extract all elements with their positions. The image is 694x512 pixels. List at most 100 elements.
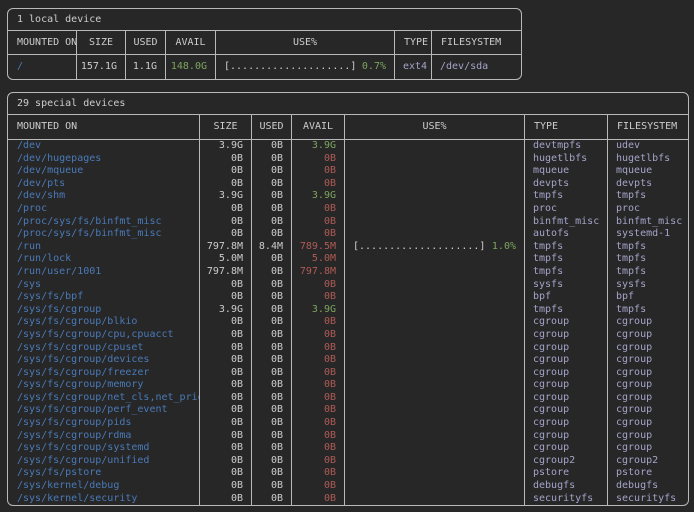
use-percent-cell xyxy=(345,379,525,392)
usage-bar: [....................] xyxy=(224,55,356,79)
size-cell: 3.9G xyxy=(200,190,252,203)
type-cell: sysfs xyxy=(525,279,608,292)
avail-cell: 789.5M xyxy=(292,241,345,254)
mount-point-cell: /sys xyxy=(8,279,200,292)
used-cell: 0B xyxy=(252,354,292,367)
avail-cell: 0B xyxy=(292,379,345,392)
filesystem-cell: tmpfs xyxy=(608,241,688,254)
filesystem-cell: cgroup xyxy=(608,430,688,443)
size-cell: 0B xyxy=(200,329,252,342)
size-cell: 3.9G xyxy=(200,140,252,153)
table-row: /sys/fs/cgroup/rdma 0B 0B 0B cgroup cgro… xyxy=(8,430,688,443)
type-cell: ext4 xyxy=(395,55,432,79)
local-table-title: 1 local device xyxy=(8,9,521,31)
type-cell: debugfs xyxy=(525,480,608,493)
filesystem-cell: cgroup xyxy=(608,316,688,329)
avail-cell: 0B xyxy=(292,480,345,493)
filesystem-cell: cgroup2 xyxy=(608,455,688,468)
table-row: /sys/fs/cgroup/memory 0B 0B 0B cgroup cg… xyxy=(8,379,688,392)
table-row: /sys/fs/cgroup/unified 0B 0B 0B cgroup2 … xyxy=(8,455,688,468)
type-cell: bpf xyxy=(525,291,608,304)
mount-point-cell: /sys/fs/cgroup/blkio xyxy=(8,316,200,329)
avail-cell: 797.8M xyxy=(292,266,345,279)
avail-cell: 5.0M xyxy=(292,253,345,266)
terminal-screen: { "colors": { "bg": "#272727", "border":… xyxy=(0,0,694,512)
filesystem-cell: cgroup xyxy=(608,392,688,405)
avail-cell: 3.9G xyxy=(292,190,345,203)
size-cell: 0B xyxy=(200,153,252,166)
avail-cell: 0B xyxy=(292,228,345,241)
table-row: /sys/kernel/debug 0B 0B 0B debugfs debug… xyxy=(8,480,688,493)
used-cell: 0B xyxy=(252,455,292,468)
mount-point-cell: /sys/fs/bpf xyxy=(8,291,200,304)
mount-point-cell: / xyxy=(8,55,77,79)
special-table-body: /dev 3.9G 0B 3.9G devtmpfs udev /dev/hug… xyxy=(8,140,688,505)
mount-point-cell: /run/lock xyxy=(8,253,200,266)
size-cell: 0B xyxy=(200,493,252,506)
used-cell: 0B xyxy=(252,140,292,153)
type-cell: cgroup xyxy=(525,379,608,392)
used-cell: 0B xyxy=(252,342,292,355)
size-cell: 0B xyxy=(200,228,252,241)
mount-point-cell: /run/user/1001 xyxy=(8,266,200,279)
header-size: SIZE xyxy=(77,31,126,54)
used-cell: 0B xyxy=(252,392,292,405)
table-row: /sys/fs/pstore 0B 0B 0B pstore pstore xyxy=(8,467,688,480)
avail-cell: 0B xyxy=(292,316,345,329)
avail-cell: 0B xyxy=(292,493,345,506)
table-row: / 157.1G 1.1G 148.0G [..................… xyxy=(8,55,521,79)
filesystem-cell: tmpfs xyxy=(608,190,688,203)
usage-percent: 0.7% xyxy=(362,55,386,79)
use-percent-cell xyxy=(345,253,525,266)
avail-cell: 3.9G xyxy=(292,140,345,153)
mount-point-cell: /sys/fs/cgroup xyxy=(8,304,200,317)
used-cell: 0B xyxy=(252,367,292,380)
used-cell: 0B xyxy=(252,442,292,455)
avail-cell: 0B xyxy=(292,467,345,480)
size-cell: 0B xyxy=(200,392,252,405)
mount-point-cell: /run xyxy=(8,241,200,254)
mount-point-cell: /sys/kernel/debug xyxy=(8,480,200,493)
type-cell: mqueue xyxy=(525,165,608,178)
avail-cell: 0B xyxy=(292,342,345,355)
use-percent-cell xyxy=(345,442,525,455)
filesystem-cell: securityfs xyxy=(608,493,688,506)
type-cell: tmpfs xyxy=(525,253,608,266)
avail-cell: 0B xyxy=(292,165,345,178)
mount-point-cell: /sys/fs/cgroup/devices xyxy=(8,354,200,367)
filesystem-cell: tmpfs xyxy=(608,253,688,266)
filesystem-cell: /dev/sda xyxy=(432,55,521,79)
size-cell: 0B xyxy=(200,203,252,216)
filesystem-cell: debugfs xyxy=(608,480,688,493)
header-used: USED xyxy=(252,115,292,139)
header-filesystem: FILESYSTEM xyxy=(432,31,521,54)
mount-point-cell: /sys/fs/cgroup/pids xyxy=(8,417,200,430)
filesystem-cell: tmpfs xyxy=(608,304,688,317)
use-percent-cell xyxy=(345,417,525,430)
used-cell: 0B xyxy=(252,266,292,279)
use-percent-cell xyxy=(345,467,525,480)
use-percent-cell xyxy=(345,493,525,506)
avail-cell: 0B xyxy=(292,153,345,166)
filesystem-cell: cgroup xyxy=(608,442,688,455)
mount-point-cell: /dev/shm xyxy=(8,190,200,203)
size-cell: 0B xyxy=(200,430,252,443)
size-cell: 5.0M xyxy=(200,253,252,266)
filesystem-cell: cgroup xyxy=(608,367,688,380)
use-percent-cell xyxy=(345,304,525,317)
type-cell: binfmt_misc xyxy=(525,216,608,229)
use-percent-cell xyxy=(345,291,525,304)
avail-cell: 0B xyxy=(292,367,345,380)
size-cell: 0B xyxy=(200,442,252,455)
table-row: /sys/fs/cgroup/devices 0B 0B 0B cgroup c… xyxy=(8,354,688,367)
avail-cell: 148.0G xyxy=(166,55,216,79)
type-cell: tmpfs xyxy=(525,190,608,203)
mount-point-cell: /proc/sys/fs/binfmt_misc xyxy=(8,228,200,241)
type-cell: tmpfs xyxy=(525,266,608,279)
header-used: USED xyxy=(126,31,166,54)
filesystem-cell: cgroup xyxy=(608,329,688,342)
use-percent-cell xyxy=(345,178,525,191)
size-cell: 0B xyxy=(200,404,252,417)
use-percent-cell xyxy=(345,329,525,342)
use-percent-cell xyxy=(345,190,525,203)
